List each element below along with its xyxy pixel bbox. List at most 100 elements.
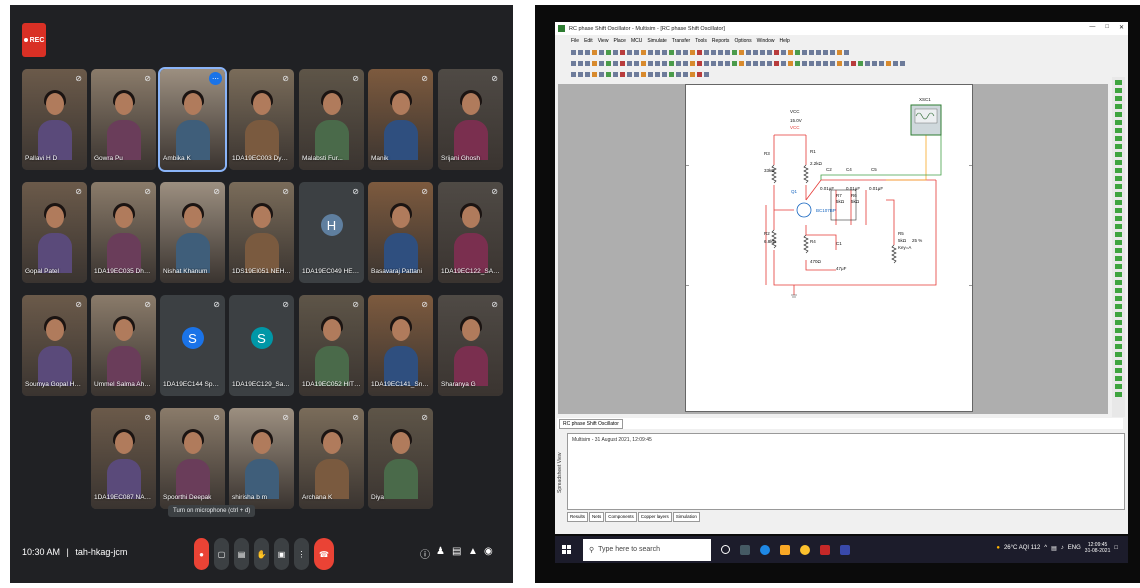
toolbar-button-icon[interactable] [627, 72, 632, 77]
output-tab[interactable]: Results [567, 512, 589, 522]
menu-item[interactable]: File [571, 38, 579, 44]
toolbar-button-icon[interactable] [816, 61, 821, 66]
menu-item[interactable]: Place [613, 38, 626, 44]
participant-tile[interactable]: ⊘ Sharanya G [438, 295, 503, 396]
toolbar-button-icon[interactable] [627, 61, 632, 66]
tab-rc-oscillator[interactable]: RC phase Shift Oscillator [559, 418, 623, 429]
toolbar-button-icon[interactable] [774, 50, 779, 55]
instrument-icon[interactable] [1115, 368, 1122, 373]
instrument-icon[interactable] [1115, 152, 1122, 157]
menu-item[interactable]: Simulate [647, 38, 666, 44]
instrument-icon[interactable] [1115, 304, 1122, 309]
participant-tile[interactable]: ⊘ Diya [368, 408, 433, 509]
toolbar-button-icon[interactable] [893, 61, 898, 66]
toolbar-button-icon[interactable] [669, 72, 674, 77]
instrument-icon[interactable] [1115, 256, 1122, 261]
output-tab[interactable]: Components [605, 512, 637, 522]
toolbar-button-icon[interactable] [788, 61, 793, 66]
menu-item[interactable]: Reports [712, 38, 730, 44]
instrument-icon[interactable] [1115, 312, 1122, 317]
chrome-icon[interactable] [800, 544, 810, 555]
menu-item[interactable]: Window [757, 38, 775, 44]
toolbar-button-icon[interactable] [781, 50, 786, 55]
participant-tile[interactable]: ⊘ 1DA19EC003 Dyeeya... [229, 69, 294, 170]
toolbar-button-icon[interactable] [620, 61, 625, 66]
participant-tile[interactable]: ⊘ Gowra Pu [91, 69, 156, 170]
participant-tile[interactable]: S ⊘ 1DA19EC144 Spoorthy... [160, 295, 225, 396]
pdf-reader-icon[interactable] [820, 544, 830, 555]
toolbar-button-icon[interactable] [634, 61, 639, 66]
instrument-icon[interactable] [1115, 272, 1122, 277]
participant-tile[interactable]: S ⊘ 1DA19EC129_Sahana... [229, 295, 294, 396]
instrument-icon[interactable] [1115, 224, 1122, 229]
participant-tile[interactable]: H ⊘ 1DA19EC049 HEMA R S [299, 182, 364, 283]
taskbar-clock[interactable]: 12:09:45 31-08-2021 [1085, 542, 1111, 554]
toolbar-button-icon[interactable] [634, 50, 639, 55]
toolbar-button-icon[interactable] [809, 50, 814, 55]
toolbar-button-icon[interactable] [613, 61, 618, 66]
instrument-icon[interactable] [1115, 240, 1122, 245]
toolbar-button-icon[interactable] [571, 50, 576, 55]
people-icon[interactable]: ♟ [436, 546, 445, 557]
participant-tile[interactable]: ⊘ Malabsti Fur... [299, 69, 364, 170]
participant-tile[interactable]: ⊘ Archana K [299, 408, 364, 509]
participant-tile[interactable]: ⊘ 1DA19EC087 NAND... [91, 408, 156, 509]
transistor-q1[interactable] [796, 202, 812, 218]
toolbar-button-icon[interactable] [676, 72, 681, 77]
instrument-icon[interactable] [1115, 136, 1122, 141]
toolbar-button-icon[interactable] [802, 50, 807, 55]
raise-hand-button[interactable]: ✋ [254, 538, 269, 570]
toolbar-button-icon[interactable] [823, 50, 828, 55]
toolbar-button-icon[interactable] [795, 50, 800, 55]
toolbar-button-icon[interactable] [669, 50, 674, 55]
toolbar-button-icon[interactable] [683, 72, 688, 77]
participant-tile[interactable]: ⊘ 1DA19EC035 Dhnya... [91, 182, 156, 283]
menu-item[interactable]: View [598, 38, 609, 44]
toolbar-button-icon[interactable] [900, 61, 905, 66]
participant-tile[interactable]: ⊘ Basavaraj Pattani [368, 182, 433, 283]
instrument-icon[interactable] [1115, 320, 1122, 325]
toolbar-button-icon[interactable] [851, 61, 856, 66]
toolbar-button-icon[interactable] [697, 50, 702, 55]
notification-icon[interactable]: □ [1114, 545, 1118, 551]
toolbar-button-icon[interactable] [592, 50, 597, 55]
toolbar-button-icon[interactable] [739, 50, 744, 55]
participant-tile[interactable]: ⊘ Pallavi H D [22, 69, 87, 170]
instrument-icon[interactable] [1115, 120, 1122, 125]
instrument-icon[interactable] [1115, 232, 1122, 237]
minimize-icon[interactable]: — [1089, 24, 1095, 31]
instrument-icon[interactable] [1115, 344, 1122, 349]
host-controls-icon[interactable]: ◉ [484, 546, 493, 557]
design-workspace[interactable]: VCC 15.0V VCC R3 33kΩ R1 2.2kΩ Q1 BC107B… [558, 84, 1108, 414]
menu-item[interactable]: Transfer [672, 38, 690, 44]
toolbar-button-icon[interactable] [732, 50, 737, 55]
toolbar-button-icon[interactable] [760, 50, 765, 55]
toolbar-button-icon[interactable] [606, 50, 611, 55]
toolbar-button-icon[interactable] [669, 61, 674, 66]
participant-tile[interactable]: ⊘ Nishat Khanum [160, 182, 225, 283]
toolbar-button-icon[interactable] [718, 61, 723, 66]
leave-call-button[interactable]: ☎ [314, 538, 334, 570]
maximize-icon[interactable]: □ [1105, 24, 1109, 31]
toolbar-button-icon[interactable] [599, 61, 604, 66]
participant-tile[interactable]: ⊘ Manik [368, 69, 433, 170]
toolbar-button-icon[interactable] [781, 61, 786, 66]
instrument-icon[interactable] [1115, 296, 1122, 301]
menu-item[interactable]: Help [779, 38, 789, 44]
toolbar-button-icon[interactable] [844, 61, 849, 66]
instrument-icon[interactable] [1115, 104, 1122, 109]
instrument-icon[interactable] [1115, 192, 1122, 197]
toolbar-button-icon[interactable] [592, 61, 597, 66]
toolbar-button-icon[interactable] [830, 61, 835, 66]
participant-tile[interactable]: ⊘ Soumya Gopal Hegde [22, 295, 87, 396]
toolbar-button-icon[interactable] [704, 61, 709, 66]
participant-tile[interactable]: ⊘ Spoorthi Deepak [160, 408, 225, 509]
toolbar-button-icon[interactable] [760, 61, 765, 66]
output-tab[interactable]: Simulation [672, 512, 700, 522]
toolbar-button-icon[interactable] [711, 61, 716, 66]
toolbar-button-icon[interactable] [571, 61, 576, 66]
toolbar-button-icon[interactable] [641, 61, 646, 66]
toolbar-button-icon[interactable] [627, 50, 632, 55]
instrument-icon[interactable] [1115, 88, 1122, 93]
instrument-icon[interactable] [1115, 96, 1122, 101]
